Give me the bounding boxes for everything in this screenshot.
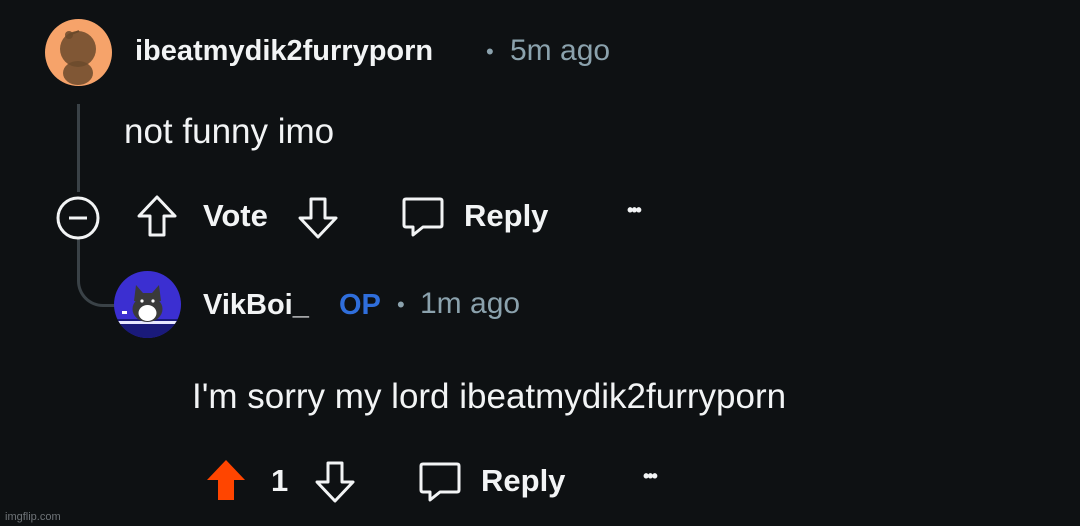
more-options-button[interactable]: ••• [643,466,658,487]
snoo-avatar-icon [60,30,96,85]
comment-author[interactable]: ibeatmydik2furryporn [135,35,433,68]
upvote-arrow-icon [207,460,245,500]
comment-author[interactable]: VikBoi_ [203,289,309,322]
more-options-button[interactable]: ••• [627,200,642,221]
upvote-button[interactable] [204,458,248,502]
upvote-button[interactable] [136,194,178,238]
comment-timestamp[interactable]: 5m ago [510,34,610,68]
separator-dot: • [486,39,494,64]
comment-bubble-icon [419,462,461,502]
avatar[interactable] [114,271,181,338]
collapse-icon [56,196,100,240]
downvote-arrow-icon [315,461,355,503]
thread-branch [77,238,118,307]
comment-bubble-icon [402,197,444,237]
reply-button[interactable]: Reply [464,198,548,234]
op-badge: OP [339,289,381,321]
thread-line [77,104,80,192]
vote-label: Vote [203,198,268,233]
collapse-thread-button[interactable] [55,195,101,241]
vote-count: 1 [271,463,289,498]
reply-icon-button[interactable] [401,195,445,239]
comment-body: not funny imo [124,112,335,151]
upvote-arrow-icon [137,195,177,237]
cat-avatar-icon [114,285,181,338]
downvote-arrow-icon [298,197,338,239]
reply-button[interactable]: Reply [481,463,565,499]
comment-timestamp[interactable]: 1m ago [420,287,520,321]
avatar[interactable] [45,19,112,86]
downvote-button[interactable] [297,196,339,240]
watermark: imgflip.com [5,511,61,523]
comment-body: I'm sorry my lord ibeatmydik2furryporn [192,377,787,416]
downvote-button[interactable] [314,460,356,504]
reply-icon-button[interactable] [418,460,462,504]
separator-dot: • [397,292,405,317]
